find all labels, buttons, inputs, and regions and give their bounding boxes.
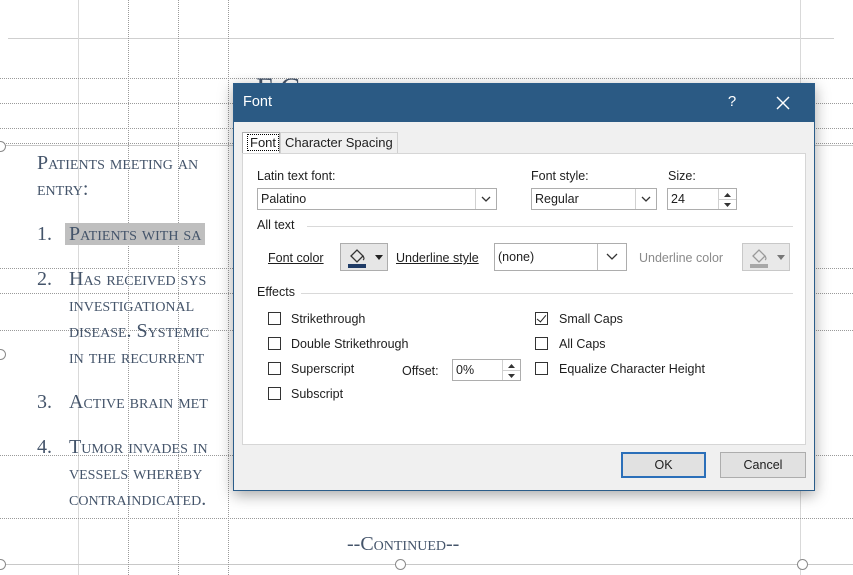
effects-heading: Effects [257, 285, 295, 299]
list-item-line: vessels whereby [69, 462, 203, 484]
latin-font-combobox[interactable]: Palatino [257, 188, 497, 210]
list-item-line: in the recurrent [69, 346, 205, 368]
superscript-label[interactable]: Superscript [291, 362, 354, 376]
small-caps-checkbox[interactable] [535, 312, 548, 325]
close-button[interactable] [771, 92, 795, 114]
triangle-down-icon [724, 203, 731, 207]
font-style-combobox[interactable]: Regular [531, 188, 657, 210]
font-color-label: Font color [268, 251, 324, 265]
font-style-label: Font style: [531, 169, 589, 183]
latin-font-dropdown[interactable] [475, 189, 496, 209]
dialog-title: Font [243, 94, 273, 110]
list-item: Has received sys [69, 268, 207, 290]
all-caps-checkbox[interactable] [535, 337, 548, 350]
chevron-down-icon [641, 196, 651, 202]
list-item-line: disease. Systemic [69, 320, 210, 342]
offset-spinner[interactable]: 0% [452, 359, 521, 381]
latin-font-label: Latin text font: [257, 169, 336, 183]
superscript-checkbox[interactable] [268, 362, 281, 375]
paint-bucket-icon [750, 249, 768, 268]
underline-color-label: Underline color [639, 251, 724, 265]
triangle-down-icon [777, 255, 785, 260]
resize-handle[interactable] [797, 559, 808, 570]
offset-value[interactable]: 0% [456, 363, 474, 377]
help-button[interactable]: ? [722, 93, 742, 110]
cancel-button[interactable]: Cancel [720, 452, 806, 478]
all-caps-label[interactable]: All Caps [559, 337, 606, 351]
underline-style-dropdown[interactable] [597, 244, 626, 270]
list-number: 1. [37, 223, 52, 245]
equalize-height-label[interactable]: Equalize Character Height [559, 362, 705, 376]
triangle-down-icon [508, 374, 515, 378]
double-strikethrough-label[interactable]: Double Strikethrough [291, 337, 408, 351]
small-caps-label[interactable]: Small Caps [559, 312, 623, 326]
underline-style-label: Underline style [396, 251, 479, 265]
tab-character-spacing-label: Character Spacing [285, 135, 393, 150]
offset-spin-buttons [502, 360, 520, 380]
font-color-button[interactable] [340, 243, 388, 271]
triangle-down-icon [375, 255, 383, 260]
strikethrough-label[interactable]: Strikethrough [291, 312, 365, 326]
list-number: 2. [37, 268, 52, 290]
all-text-heading: All text [257, 218, 295, 232]
font-style-value: Regular [535, 192, 579, 206]
underline-style-value: (none) [498, 250, 535, 264]
list-number: 4. [37, 436, 52, 458]
font-color-label-text: Font color [268, 251, 324, 265]
continued-label: --Continued-- [347, 533, 460, 555]
subscript-checkbox[interactable] [268, 387, 281, 400]
ok-button[interactable]: OK [621, 452, 706, 478]
double-strikethrough-checkbox[interactable] [268, 337, 281, 350]
tab-font[interactable]: Font [242, 132, 280, 154]
underline-color-button[interactable] [742, 243, 790, 271]
size-decrease-button[interactable] [719, 199, 736, 209]
list-item-line: contraindicated. [69, 488, 207, 510]
underline-style-label-text: Underline style [396, 251, 479, 265]
size-spin-buttons [718, 189, 736, 209]
effects-divider [301, 293, 793, 294]
strikethrough-checkbox[interactable] [268, 312, 281, 325]
list-item: Patients with sa [65, 221, 206, 247]
slide-top-border [8, 38, 834, 39]
offset-decrease-button[interactable] [503, 370, 520, 380]
list-number: 3. [37, 391, 52, 413]
tab-character-spacing[interactable]: Character Spacing [280, 132, 398, 153]
equalize-height-checkbox[interactable] [535, 362, 548, 375]
slide-intro-text: Patients meeting an entry: [37, 152, 199, 200]
chevron-down-icon [606, 253, 618, 260]
font-style-dropdown[interactable] [635, 189, 656, 209]
paint-bucket-icon [348, 249, 366, 268]
latin-font-value: Palatino [261, 192, 307, 206]
offset-label: Offset: [402, 364, 439, 378]
underline-style-combobox[interactable]: (none) [494, 243, 627, 271]
tab-font-label: Font [247, 134, 280, 151]
all-text-divider [307, 226, 793, 227]
size-value[interactable]: 24 [671, 192, 685, 206]
resize-handle[interactable] [0, 141, 6, 152]
gridline [228, 0, 229, 575]
subscript-label[interactable]: Subscript [291, 387, 343, 401]
list-item: Tumor invades in [69, 436, 208, 458]
list-item: Active brain met [69, 391, 208, 413]
selected-text: Patients with sa [65, 223, 206, 245]
dialog-titlebar[interactable]: Font ? [234, 84, 814, 122]
resize-handle[interactable] [0, 559, 6, 570]
list-item-line: investigational [69, 294, 195, 316]
resize-handle[interactable] [0, 349, 6, 360]
font-dialog: Font ? Font Character Spacing Latin text… [233, 83, 815, 491]
resize-handle[interactable] [395, 559, 406, 570]
close-icon [776, 96, 790, 110]
chevron-down-icon [481, 196, 491, 202]
size-label: Size: [668, 169, 696, 183]
size-spinner[interactable]: 24 [667, 188, 737, 210]
font-tab-panel: Latin text font: Palatino Font style: Re… [242, 153, 806, 445]
